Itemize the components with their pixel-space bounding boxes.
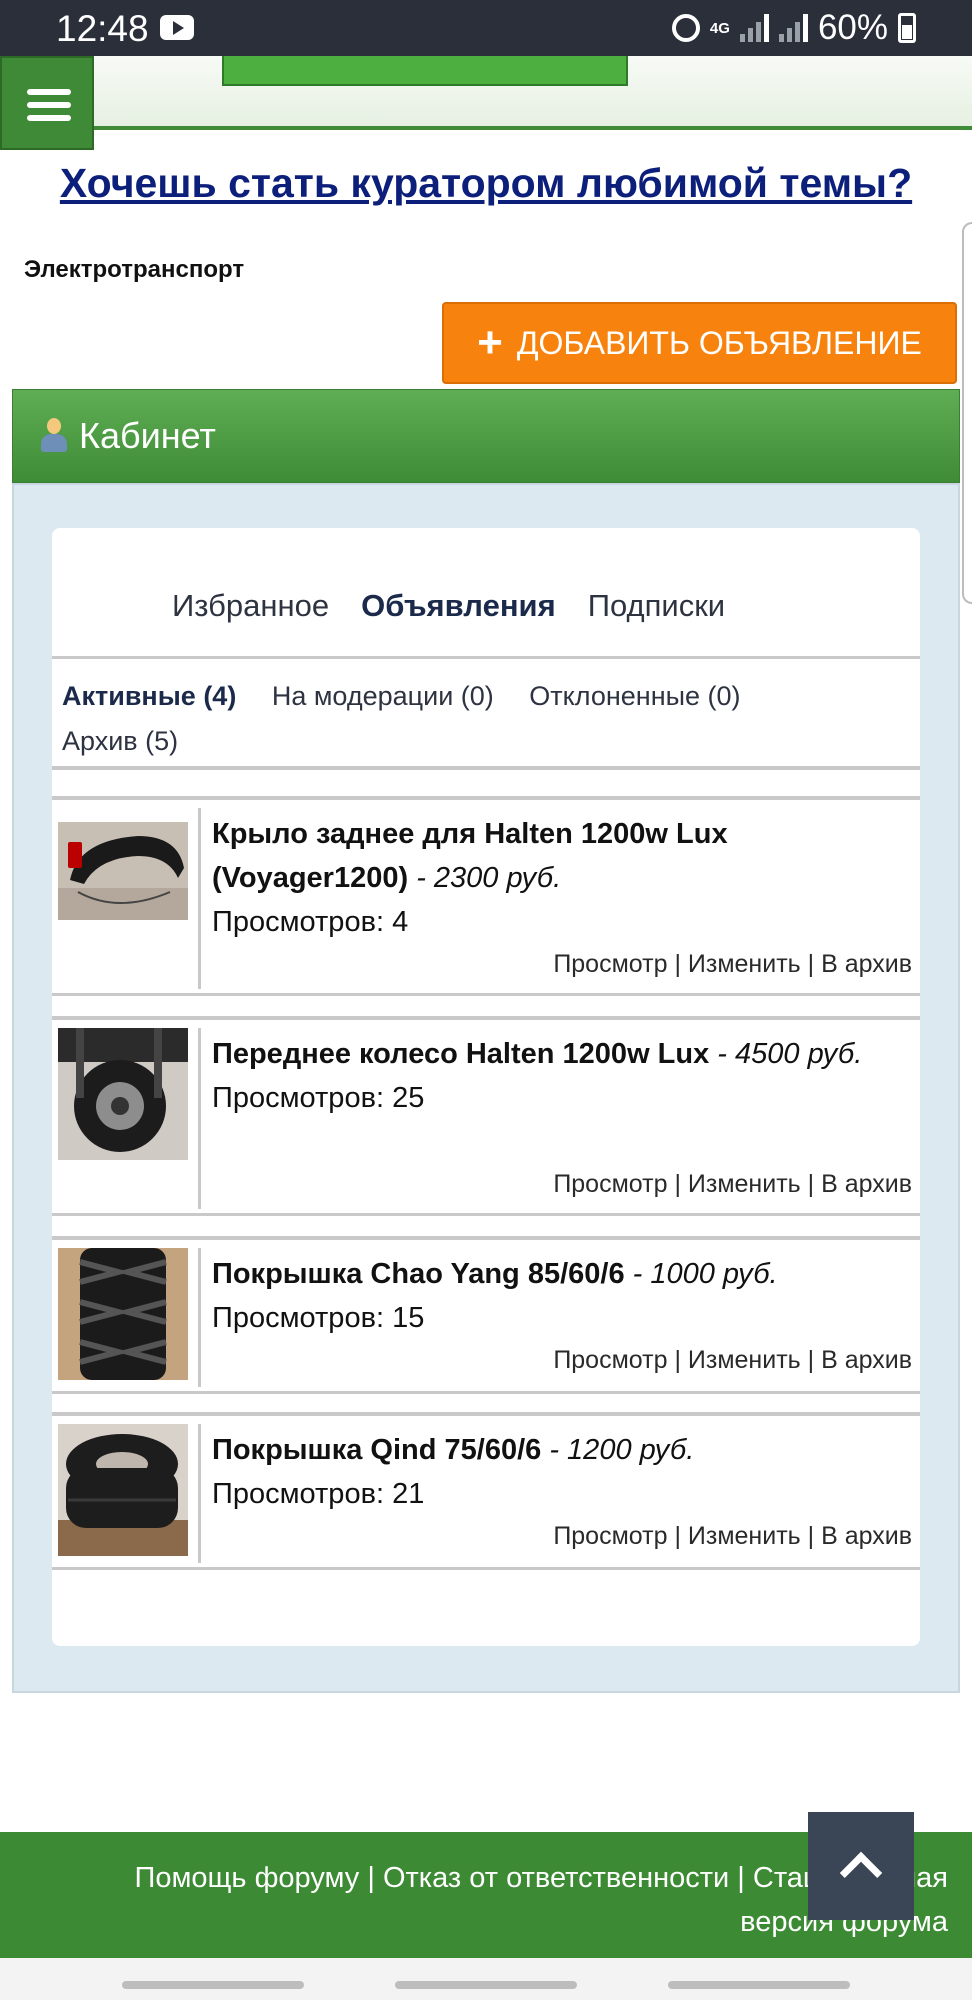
side-panel-handle[interactable] [962, 222, 972, 604]
edit-link[interactable]: Изменить [688, 1170, 801, 1198]
listing-photo[interactable] [58, 1028, 188, 1160]
listing-info: Переднее колесо Halten 1200w Lux - 4500 … [212, 1032, 902, 1120]
disclaimer-link[interactable]: Отказ от ответственности [383, 1862, 729, 1894]
listing-item: Крыло заднее для Halten 1200w Lux (Voyag… [52, 796, 920, 996]
archive-link[interactable]: В архив [821, 1346, 912, 1374]
filter-active[interactable]: Активные (4) [62, 674, 236, 719]
archive-link[interactable]: В архив [821, 1170, 912, 1198]
listing-title[interactable]: Покрышка Chao Yang 85/60/6 [212, 1258, 625, 1290]
listing-photo[interactable] [58, 1424, 188, 1556]
plus-icon: + [477, 318, 503, 367]
cabinet-title: Кабинет [79, 415, 216, 456]
listing-actions: Просмотр | Изменить | В архив [553, 1346, 912, 1375]
edit-link[interactable]: Изменить [688, 1522, 801, 1550]
network-label: 4G [709, 19, 730, 37]
chevron-up-icon [839, 1851, 883, 1895]
listing-views: Просмотров: 25 [212, 1082, 425, 1114]
menu-button[interactable] [0, 56, 94, 150]
divider [198, 1424, 201, 1563]
archive-link[interactable]: В архив [821, 950, 912, 978]
filter-rejected[interactable]: Отклоненные (0) [529, 674, 740, 719]
add-listing-button[interactable]: + ДОБАВИТЬ ОБЪЯВЛЕНИЕ [442, 302, 957, 384]
view-link[interactable]: Просмотр [553, 1346, 667, 1374]
listing-info: Покрышка Chao Yang 85/60/6 - 1000 руб. П… [212, 1252, 902, 1340]
divider [198, 1248, 201, 1387]
listing-price: - 1200 руб. [549, 1434, 695, 1466]
cabinet-tabs: Избранное Объявления Подписки [52, 588, 920, 624]
listing-actions: Просмотр | Изменить | В архив [553, 1170, 912, 1199]
listing-price: - 1000 руб. [632, 1258, 778, 1290]
listing-title[interactable]: Переднее колесо Halten 1200w Lux [212, 1038, 709, 1070]
view-link[interactable]: Просмотр [553, 1170, 667, 1198]
listing-item: Покрышка Qind 75/60/6 - 1200 руб. Просмо… [52, 1412, 920, 1570]
separator: | [807, 1170, 815, 1198]
separator: | [807, 1346, 815, 1374]
tab-favorites[interactable]: Избранное [172, 588, 329, 624]
tab-listings[interactable]: Объявления [361, 588, 556, 624]
system-nav-bar [0, 1958, 972, 2000]
listing-item: Покрышка Chao Yang 85/60/6 - 1000 руб. П… [52, 1236, 920, 1394]
archive-link[interactable]: В архив [821, 1522, 912, 1550]
add-listing-label: ДОБАВИТЬ ОБЪЯВЛЕНИЕ [516, 324, 922, 361]
view-link[interactable]: Просмотр [553, 950, 667, 978]
listing-views: Просмотров: 21 [212, 1478, 425, 1510]
separator: | [674, 1346, 681, 1374]
divider [52, 656, 920, 659]
listing-item: Переднее колесо Halten 1200w Lux - 4500 … [52, 1016, 920, 1216]
nav-back-button[interactable] [668, 1981, 850, 1989]
listings-card: Избранное Объявления Подписки Активные (… [52, 528, 920, 1646]
status-indicators: 4G 60% [671, 8, 916, 48]
scroll-to-top-button[interactable] [808, 1812, 914, 1920]
separator: | [674, 1170, 681, 1198]
site-logo[interactable] [222, 56, 628, 86]
section-label[interactable]: Электротранспорт [24, 256, 244, 284]
listing-info: Крыло заднее для Halten 1200w Lux (Voyag… [212, 812, 902, 944]
separator: | [737, 1862, 745, 1894]
edit-link[interactable]: Изменить [688, 950, 801, 978]
filter-moderation[interactable]: На модерации (0) [272, 674, 494, 719]
nav-home-button[interactable] [395, 1981, 577, 1989]
nav-recents-button[interactable] [122, 1981, 304, 1989]
divider [198, 808, 201, 989]
battery-percent: 60% [817, 8, 888, 47]
separator: | [674, 1522, 681, 1550]
listing-views: Просмотров: 4 [212, 906, 409, 938]
separator: | [807, 1522, 815, 1550]
signal-icon [739, 14, 769, 42]
status-bar: 12:48 4G 60% [0, 0, 972, 56]
separator: | [807, 950, 815, 978]
listing-actions: Просмотр | Изменить | В архив [553, 1522, 912, 1551]
hamburger-icon [27, 89, 71, 95]
alarm-icon [671, 14, 700, 42]
edit-link[interactable]: Изменить [688, 1346, 801, 1374]
divider [198, 1028, 201, 1209]
listing-photo[interactable] [58, 822, 188, 920]
curator-promo-link[interactable]: Хочешь стать куратором любимой темы? [0, 160, 972, 207]
listing-photo[interactable] [58, 1248, 188, 1380]
battery-icon [898, 13, 916, 43]
signal-icon [778, 14, 808, 42]
listing-title[interactable]: Покрышка Qind 75/60/6 [212, 1434, 541, 1466]
separator: | [367, 1862, 375, 1894]
view-link[interactable]: Просмотр [553, 1522, 667, 1550]
youtube-icon [160, 15, 194, 40]
listing-actions: Просмотр | Изменить | В архив [553, 950, 912, 979]
listing-status-filters: Активные (4) На модерации (0) Отклоненны… [62, 674, 862, 764]
divider [52, 766, 920, 770]
listing-views: Просмотров: 15 [212, 1302, 425, 1334]
separator: | [674, 950, 681, 978]
help-forum-link[interactable]: Помощь форуму [135, 1862, 360, 1894]
listing-info: Покрышка Qind 75/60/6 - 1200 руб. Просмо… [212, 1428, 902, 1516]
filter-archive[interactable]: Архив (5) [62, 719, 178, 764]
status-time: 12:48 [56, 8, 149, 49]
listing-price: - 2300 руб. [416, 862, 562, 894]
cabinet-header: Кабинет [12, 389, 960, 483]
user-icon [39, 418, 69, 454]
tab-subscriptions[interactable]: Подписки [588, 588, 725, 624]
listing-price: - 4500 руб. [717, 1038, 863, 1070]
